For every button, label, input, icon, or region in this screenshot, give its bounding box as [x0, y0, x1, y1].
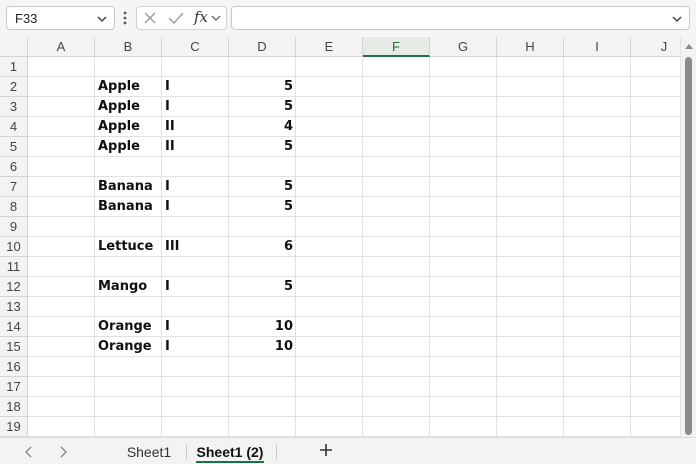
row-header-8[interactable]: 8	[0, 197, 28, 217]
chevron-left-icon[interactable]	[24, 446, 34, 458]
tab-sheet1[interactable]: Sheet1	[118, 441, 180, 463]
gridline-vertical	[496, 57, 497, 437]
row-header-5[interactable]: 5	[0, 137, 28, 157]
cell-d5[interactable]: 5	[229, 137, 296, 157]
gridline-vertical	[563, 57, 564, 437]
cell-d10[interactable]: 6	[229, 237, 296, 257]
cell-c2[interactable]: I	[162, 77, 229, 97]
scroll-thumb[interactable]	[685, 57, 692, 435]
formula-buttons: fx	[136, 6, 227, 30]
tab-sheet1-label: Sheet1	[126, 444, 172, 460]
cell-c15[interactable]: I	[162, 337, 229, 357]
row-header-7[interactable]: 7	[0, 177, 28, 197]
gridline-vertical	[362, 57, 363, 437]
row-header-10[interactable]: 10	[0, 237, 28, 257]
row-header-1[interactable]: 1	[0, 57, 28, 77]
cell-b7[interactable]: Banana	[95, 177, 162, 197]
tab-sheet1-2[interactable]: Sheet1 (2)	[188, 441, 272, 463]
cell-c14[interactable]: I	[162, 317, 229, 337]
cell-b8[interactable]: Banana	[95, 197, 162, 217]
formula-input[interactable]	[231, 6, 690, 30]
vertical-scrollbar[interactable]	[680, 37, 696, 437]
name-box[interactable]: F33	[6, 6, 115, 30]
tab-sheet1-2-label: Sheet1 (2)	[196, 444, 264, 460]
column-header-g[interactable]: G	[430, 37, 497, 57]
cell-c4[interactable]: II	[162, 117, 229, 137]
column-header-i[interactable]: I	[564, 37, 631, 57]
scroll-up-icon[interactable]	[685, 43, 693, 49]
row-header-18[interactable]: 18	[0, 397, 28, 417]
cell-c5[interactable]: II	[162, 137, 229, 157]
row-header-6[interactable]: 6	[0, 157, 28, 177]
cell-c3[interactable]: I	[162, 97, 229, 117]
cell-d3[interactable]: 5	[229, 97, 296, 117]
gridline-horizontal	[28, 376, 680, 377]
confirm-check-icon[interactable]	[167, 10, 185, 26]
cancel-x-icon[interactable]	[142, 10, 158, 26]
cell-b10[interactable]: Lettuce	[95, 237, 162, 257]
cell-b4[interactable]: Apple	[95, 117, 162, 137]
chevron-down-icon[interactable]	[210, 12, 222, 24]
cell-c10[interactable]: III	[162, 237, 229, 257]
function-icon[interactable]: fx	[194, 8, 208, 26]
row-header-4[interactable]: 4	[0, 117, 28, 137]
chevron-down-icon[interactable]	[670, 12, 684, 26]
select-all-corner[interactable]	[0, 37, 28, 57]
formula-bar: F33 fx	[0, 0, 696, 37]
column-header-b[interactable]: B	[95, 37, 162, 57]
column-header-a[interactable]: A	[28, 37, 95, 57]
row-header-3[interactable]: 3	[0, 97, 28, 117]
row-header-9[interactable]: 9	[0, 217, 28, 237]
column-header-c[interactable]: C	[162, 37, 229, 57]
cell-d7[interactable]: 5	[229, 177, 296, 197]
chevron-right-icon[interactable]	[58, 446, 68, 458]
row-header-17[interactable]: 17	[0, 377, 28, 397]
gridline-vertical	[429, 57, 430, 437]
cell-b5[interactable]: Apple	[95, 137, 162, 157]
gridline-horizontal	[28, 416, 680, 417]
cell-d15[interactable]: 10	[229, 337, 296, 357]
cell-b2[interactable]: Apple	[95, 77, 162, 97]
cell-d8[interactable]: 5	[229, 197, 296, 217]
cell-c12[interactable]: I	[162, 277, 229, 297]
column-header-j[interactable]: J	[631, 37, 680, 57]
row-header-13[interactable]: 13	[0, 297, 28, 317]
cell-b14[interactable]: Orange	[95, 317, 162, 337]
chevron-down-icon[interactable]	[95, 12, 109, 26]
row-header-16[interactable]: 16	[0, 357, 28, 377]
cell-d2[interactable]: 5	[229, 77, 296, 97]
tab-divider	[186, 444, 187, 460]
gridline-vertical	[630, 57, 631, 437]
more-vertical-icon[interactable]	[121, 10, 129, 26]
cell-c8[interactable]: I	[162, 197, 229, 217]
sheet-tabs-bar: Sheet1 Sheet1 (2)	[0, 437, 696, 464]
row-header-2[interactable]: 2	[0, 77, 28, 97]
cell-b3[interactable]: Apple	[95, 97, 162, 117]
column-header-e[interactable]: E	[296, 37, 363, 57]
cell-d12[interactable]: 5	[229, 277, 296, 297]
column-header-f[interactable]: F	[363, 37, 430, 57]
cell-b15[interactable]: Orange	[95, 337, 162, 357]
row-header-14[interactable]: 14	[0, 317, 28, 337]
plus-icon[interactable]	[318, 442, 334, 458]
gridline-horizontal	[28, 396, 680, 397]
cell-d4[interactable]: 4	[229, 117, 296, 137]
spreadsheet-grid[interactable]: A B C D E F G H I J 1 2 3 4 5 6 7 8 9 10 11 12 13 14 15 16 17 18 19 A…	[0, 37, 680, 437]
row-header-19[interactable]: 19	[0, 417, 28, 437]
row-header-15[interactable]: 15	[0, 337, 28, 357]
row-header-12[interactable]: 12	[0, 277, 28, 297]
active-tab-underline	[196, 461, 264, 463]
cell-d14[interactable]: 10	[229, 317, 296, 337]
tab-divider	[276, 444, 277, 460]
column-header-h[interactable]: H	[497, 37, 564, 57]
cell-b12[interactable]: Mango	[95, 277, 162, 297]
name-box-value: F33	[15, 11, 38, 26]
column-header-d[interactable]: D	[229, 37, 296, 57]
row-header-11[interactable]: 11	[0, 257, 28, 277]
cell-c7[interactable]: I	[162, 177, 229, 197]
